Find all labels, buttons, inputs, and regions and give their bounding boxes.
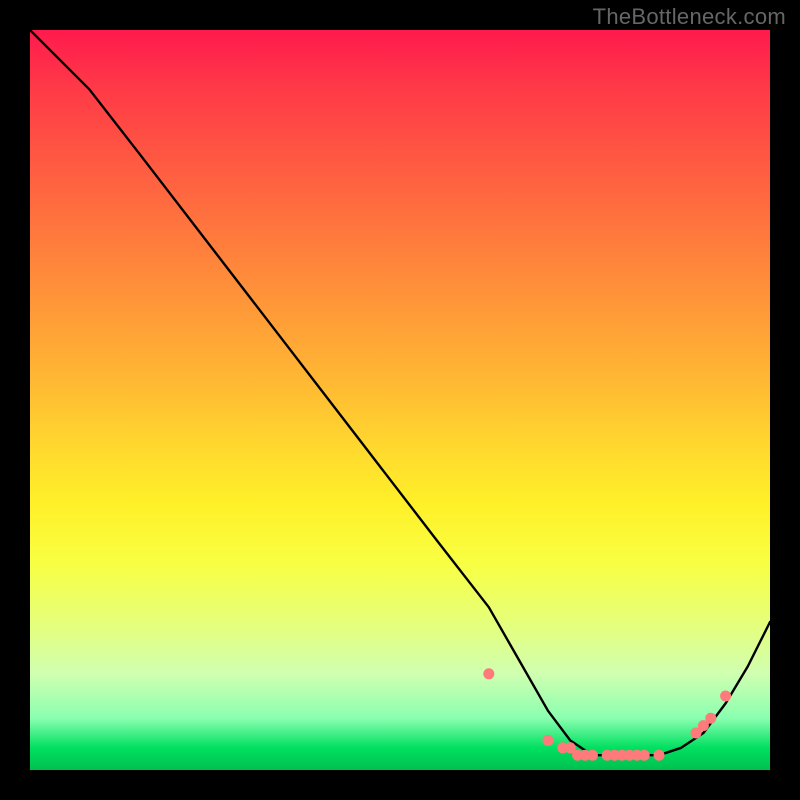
- watermark-text: TheBottleneck.com: [593, 4, 786, 30]
- curve-markers: [483, 668, 731, 760]
- curve-line: [30, 30, 770, 755]
- bottleneck-curve: [30, 30, 770, 770]
- curve-marker: [587, 750, 598, 761]
- curve-marker: [705, 713, 716, 724]
- curve-marker: [654, 750, 665, 761]
- curve-marker: [639, 750, 650, 761]
- curve-marker: [720, 691, 731, 702]
- chart-frame: TheBottleneck.com: [0, 0, 800, 800]
- curve-marker: [483, 668, 494, 679]
- plot-area: [30, 30, 770, 770]
- curve-marker: [543, 735, 554, 746]
